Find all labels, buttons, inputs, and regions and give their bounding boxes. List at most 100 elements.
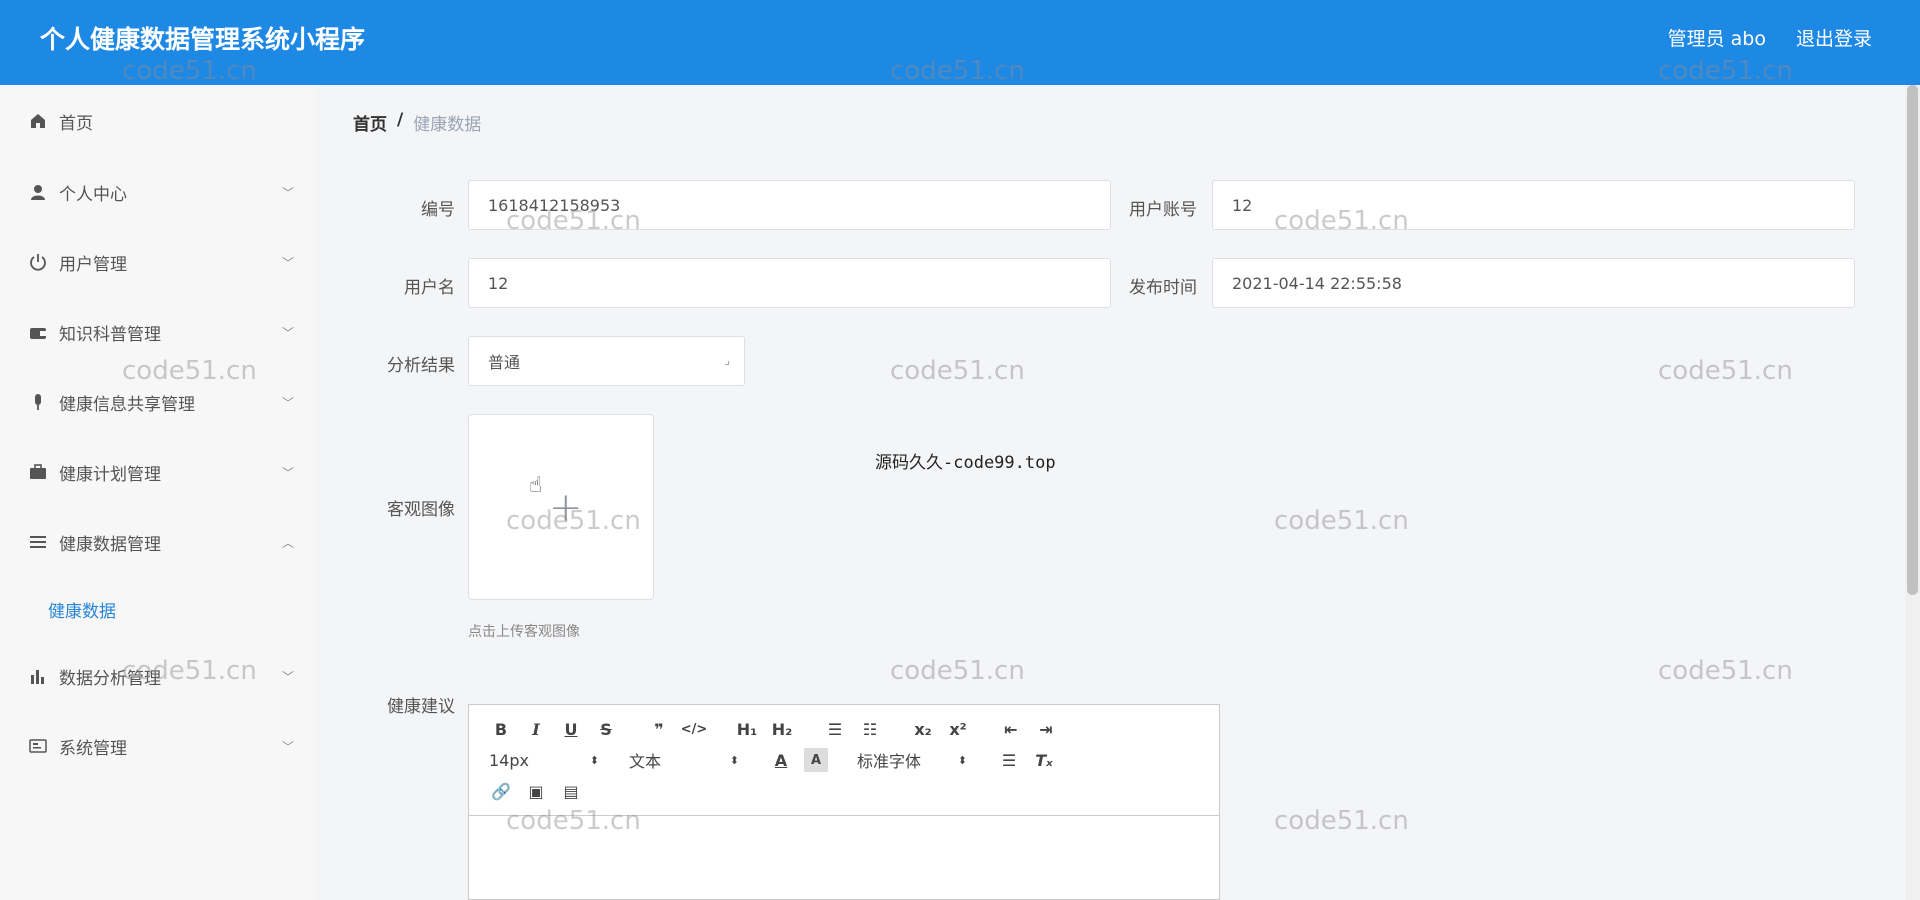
breadcrumb-current: 健康数据 bbox=[413, 115, 482, 135]
sort-arrows-icon: ⬍ bbox=[589, 753, 599, 767]
id-field[interactable]: 1618412158953 bbox=[468, 180, 1111, 230]
user-icon bbox=[28, 182, 48, 202]
code-icon[interactable]: </> bbox=[681, 717, 708, 741]
select-caret-icon: ⌟ bbox=[724, 353, 730, 367]
sidebar: 首页 个人中心 ﹀ 用户管理 ﹀ 知识科普管理 ﹀ 健康信息共享管理 ﹀ 健康计… bbox=[0, 85, 315, 900]
outdent-icon[interactable]: ⇤ bbox=[999, 717, 1023, 741]
text-style-value: 文本 bbox=[629, 752, 662, 771]
heading1-icon[interactable]: H₁ bbox=[735, 717, 759, 741]
scrollbar-thumb[interactable] bbox=[1907, 85, 1918, 595]
breadcrumb: 首页 / 健康数据 bbox=[353, 110, 481, 135]
account-value: 12 bbox=[1232, 195, 1253, 215]
sidebar-item-label: 健康信息共享管理 bbox=[59, 394, 195, 415]
chevron-down-icon: ﹀ bbox=[282, 395, 295, 410]
sidebar-item-label: 知识科普管理 bbox=[59, 324, 161, 345]
account-field[interactable]: 12 bbox=[1212, 180, 1855, 230]
superscript-icon[interactable]: x² bbox=[946, 717, 970, 741]
id-value: 1618412158953 bbox=[488, 195, 621, 215]
sidebar-item-label: 系统管理 bbox=[59, 738, 127, 759]
align-icon[interactable]: ☰ bbox=[997, 748, 1021, 772]
indent-icon[interactable]: ⇥ bbox=[1034, 717, 1058, 741]
publish-time-value: 2021-04-14 22:55:58 bbox=[1232, 273, 1402, 293]
username-label: 用户名 bbox=[404, 278, 455, 298]
italic-icon[interactable]: I bbox=[524, 717, 548, 741]
sidebar-item-label: 健康计划管理 bbox=[59, 464, 161, 485]
sidebar-item-label: 首页 bbox=[59, 113, 93, 134]
sidebar-item-knowledge-management[interactable]: 知识科普管理 ﹀ bbox=[0, 312, 315, 352]
briefcase-icon bbox=[28, 462, 48, 482]
font-color-icon[interactable]: A bbox=[769, 748, 793, 772]
microphone-icon bbox=[28, 392, 48, 412]
editor-content-area[interactable] bbox=[469, 817, 1219, 899]
underline-icon[interactable]: U bbox=[559, 717, 583, 741]
publish-time-label: 发布时间 bbox=[1129, 278, 1197, 298]
chevron-down-icon: ﹀ bbox=[282, 465, 295, 480]
home-icon bbox=[28, 111, 48, 131]
heading2-icon[interactable]: H₂ bbox=[770, 717, 794, 741]
chevron-down-icon: ﹀ bbox=[282, 325, 295, 340]
rich-text-editor: B I U S ❞ </> H₁ H₂ ☰ ☷ x₂ x² ⇤ ⇥ 14px ⬍… bbox=[468, 704, 1220, 900]
id-card-icon bbox=[28, 736, 48, 756]
sidebar-item-personal-center[interactable]: 个人中心 ﹀ bbox=[0, 172, 315, 212]
user-area: 管理员 abo 退出登录 bbox=[1668, 24, 1872, 51]
sidebar-item-user-management[interactable]: 用户管理 ﹀ bbox=[0, 242, 315, 282]
image-icon[interactable]: ▣ bbox=[524, 779, 548, 803]
bold-icon[interactable]: B bbox=[489, 717, 513, 741]
sidebar-item-home[interactable]: 首页 bbox=[0, 101, 315, 141]
sidebar-item-health-data-management[interactable]: 健康数据管理 ︿ bbox=[0, 522, 315, 562]
username-field[interactable]: 12 bbox=[468, 258, 1111, 308]
result-label: 分析结果 bbox=[387, 356, 455, 376]
sidebar-item-data-analysis[interactable]: 数据分析管理 ﹀ bbox=[0, 656, 315, 696]
sidebar-item-system-management[interactable]: 系统管理 ﹀ bbox=[0, 726, 315, 766]
page-scrollbar[interactable] bbox=[1905, 85, 1920, 900]
wallet-icon bbox=[28, 322, 48, 342]
submenu-item-health-data[interactable]: 健康数据 bbox=[48, 597, 116, 622]
chevron-down-icon: ﹀ bbox=[282, 739, 295, 754]
sidebar-item-label: 个人中心 bbox=[59, 184, 127, 205]
upload-tip: 点击上传客观图像 bbox=[468, 624, 580, 640]
breadcrumb-separator: / bbox=[397, 110, 404, 130]
sidebar-item-label: 用户管理 bbox=[59, 254, 127, 275]
bar-chart-icon bbox=[28, 666, 48, 686]
list-icon bbox=[28, 532, 48, 552]
admin-user-label[interactable]: 管理员 abo bbox=[1668, 24, 1766, 51]
sort-arrows-icon: ⬍ bbox=[729, 753, 739, 767]
video-icon[interactable]: ▤ bbox=[559, 779, 583, 803]
font-size-select[interactable]: 14px ⬍ bbox=[489, 751, 599, 770]
publish-time-field[interactable]: 2021-04-14 22:55:58 bbox=[1212, 258, 1855, 308]
top-header: 个人健康数据管理系统小程序 管理员 abo 退出登录 bbox=[0, 0, 1920, 85]
ordered-list-icon[interactable]: ☰ bbox=[823, 717, 847, 741]
hand-cursor-icon: ☝ bbox=[529, 473, 543, 498]
sidebar-item-health-info-sharing[interactable]: 健康信息共享管理 ﹀ bbox=[0, 382, 315, 422]
font-family-select[interactable]: 标准字体 ⬍ bbox=[857, 748, 967, 772]
font-family-value: 标准字体 bbox=[857, 752, 922, 771]
text-style-select[interactable]: 文本 ⬍ bbox=[629, 748, 739, 772]
sidebar-item-label: 数据分析管理 bbox=[59, 668, 161, 689]
result-select[interactable]: 普通 ⌟ bbox=[468, 336, 745, 386]
blockquote-icon[interactable]: ❞ bbox=[647, 717, 671, 741]
bullet-list-icon[interactable]: ☷ bbox=[858, 717, 882, 741]
image-upload-box[interactable]: + ☝ bbox=[468, 414, 654, 600]
link-icon[interactable]: 🔗 bbox=[489, 779, 513, 803]
image-label: 客观图像 bbox=[387, 500, 455, 520]
font-size-value: 14px bbox=[489, 750, 529, 770]
account-label: 用户账号 bbox=[1129, 200, 1197, 220]
id-label: 编号 bbox=[421, 200, 455, 220]
background-color-icon[interactable]: A bbox=[804, 748, 828, 772]
advice-label: 健康建议 bbox=[387, 697, 455, 717]
logout-button[interactable]: 退出登录 bbox=[1796, 24, 1872, 51]
plus-icon: + bbox=[549, 485, 583, 531]
power-icon bbox=[28, 252, 48, 272]
breadcrumb-home[interactable]: 首页 bbox=[353, 110, 387, 135]
app-title: 个人健康数据管理系统小程序 bbox=[40, 25, 366, 54]
editor-toolbar: B I U S ❞ </> H₁ H₂ ☰ ☷ x₂ x² ⇤ ⇥ 14px ⬍… bbox=[469, 705, 1219, 816]
sidebar-item-health-plan[interactable]: 健康计划管理 ﹀ bbox=[0, 452, 315, 492]
overlay-watermark: 源码久久-code99.top bbox=[875, 453, 1056, 473]
chevron-up-icon: ︿ bbox=[282, 535, 295, 550]
sort-arrows-icon: ⬍ bbox=[957, 753, 967, 767]
main-content: 首页 / 健康数据 编号 1618412158953 用户账号 12 用户名 1… bbox=[315, 85, 1905, 900]
subscript-icon[interactable]: x₂ bbox=[911, 717, 935, 741]
sidebar-item-label: 健康数据管理 bbox=[59, 534, 161, 555]
clear-format-icon[interactable]: Tₓ bbox=[1032, 748, 1056, 772]
strikethrough-icon[interactable]: S bbox=[594, 717, 618, 741]
